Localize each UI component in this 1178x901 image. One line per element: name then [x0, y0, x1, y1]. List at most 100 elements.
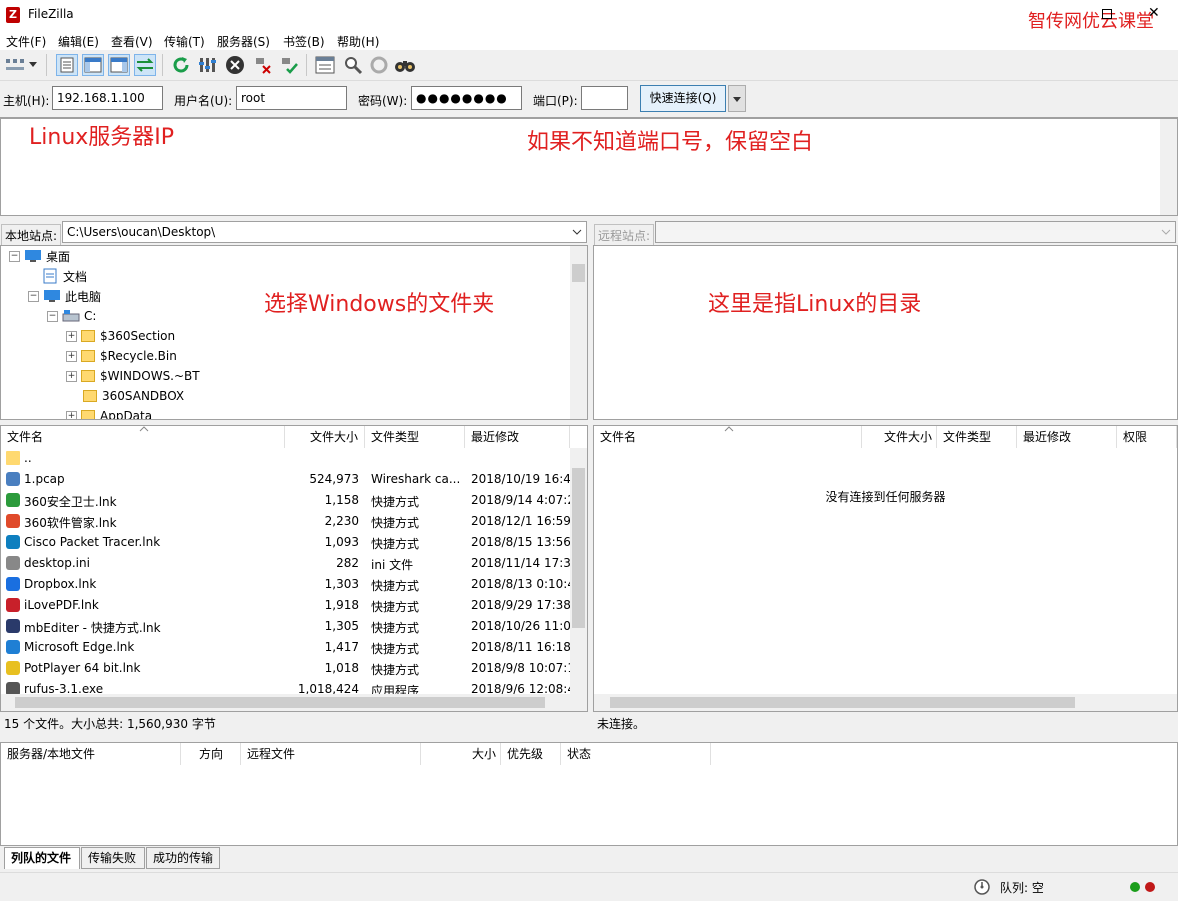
expand-icon[interactable]: + — [66, 350, 77, 362]
file-name-cell: Microsoft Edge.lnk — [24, 640, 135, 654]
scrollbar-thumb[interactable] — [610, 697, 1075, 708]
maximize-icon[interactable] — [1102, 9, 1112, 19]
computer-icon — [44, 290, 60, 302]
scrollbar-thumb[interactable] — [572, 468, 585, 628]
cancel-icon[interactable] — [224, 54, 246, 76]
local-tree-scrollbar[interactable] — [570, 246, 587, 419]
toggle-remote-tree-icon[interactable] — [108, 54, 130, 76]
queue-column-status[interactable]: 状态 — [561, 743, 711, 765]
column-permissions[interactable]: 权限 — [1117, 426, 1177, 448]
column-modified[interactable]: 最近修改 — [1017, 426, 1117, 448]
local-site-path[interactable]: C:\Users\oucan\Desktop\ — [62, 221, 587, 243]
menu-bookmarks[interactable]: 书签(B) — [283, 33, 325, 50]
tree-item-folder[interactable]: + $WINDOWS.~BT — [66, 366, 200, 386]
title-bar: Z FileZilla 智传网优云课堂 ✕ — [0, 0, 1178, 32]
queue-column-size[interactable]: 大小 — [421, 743, 501, 765]
tab-queued-files[interactable]: 列队的文件 — [4, 847, 80, 869]
file-name-cell: Dropbox.lnk — [24, 577, 97, 591]
chevron-down-icon — [733, 97, 741, 102]
sort-ascending-icon — [724, 426, 734, 432]
table-row[interactable]: Dropbox.lnk 1,303 快捷方式 2018/8/13 0:10:4 — [1, 574, 571, 595]
tree-item-desktop[interactable]: − 桌面 — [9, 246, 70, 266]
table-row[interactable]: .. — [1, 448, 570, 469]
collapse-icon[interactable]: − — [47, 310, 58, 322]
queue-column-direction[interactable]: 方向 — [181, 743, 241, 765]
menu-help[interactable]: 帮助(H) — [337, 33, 379, 50]
column-filetype[interactable]: 文件类型 — [365, 426, 465, 448]
quickconnect-button[interactable]: 快速连接(Q) — [640, 85, 726, 112]
site-manager-dropdown-icon[interactable] — [26, 54, 40, 76]
table-row[interactable]: mbEditer - 快捷方式.lnk 1,305 快捷方式 2018/10/26 1… — [1, 616, 571, 637]
tree-item-drive-c[interactable]: − C: — [47, 306, 96, 326]
log-scrollbar[interactable] — [1160, 119, 1177, 215]
scrollbar-thumb[interactable] — [15, 697, 545, 708]
tree-item-folder[interactable]: 360SANDBOX — [83, 386, 184, 406]
tree-item-folder[interactable]: + $360Section — [66, 326, 175, 346]
table-row[interactable]: Microsoft Edge.lnk 1,417 快捷方式 2018/8/11 16:… — [1, 637, 571, 658]
sync-browse-icon[interactable] — [368, 54, 390, 76]
table-row[interactable]: Cisco Packet Tracer.lnk 1,093 快捷方式 2018/8/1… — [1, 532, 571, 553]
scrollbar-thumb[interactable] — [572, 264, 585, 282]
tree-item-folder[interactable]: + AppData — [66, 406, 152, 419]
column-modified[interactable]: 最近修改 — [465, 426, 570, 448]
table-row[interactable]: PotPlayer 64 bit.lnk 1,018 快捷方式 2018/9/8 10… — [1, 658, 571, 679]
compare-icon[interactable] — [342, 54, 364, 76]
annotation-port-hint: 如果不知道端口号，保留空白 — [527, 130, 814, 155]
file-name-cell: Cisco Packet Tracer.lnk — [24, 535, 161, 549]
expand-icon[interactable]: + — [66, 330, 77, 342]
remote-site-path[interactable] — [655, 221, 1176, 243]
toggle-transfer-queue-icon[interactable] — [134, 54, 156, 76]
table-row[interactable]: 360安全卫士.lnk 1,158 快捷方式 2018/9/14 4:07:2( — [1, 490, 571, 511]
tree-item-this-pc[interactable]: − 此电脑 — [28, 286, 101, 306]
password-input[interactable] — [411, 86, 522, 110]
local-list-hscrollbar[interactable] — [1, 694, 570, 711]
tab-failed-transfers[interactable]: 传输失败 — [81, 847, 145, 869]
host-input[interactable] — [52, 86, 163, 110]
remote-list-hscrollbar[interactable] — [594, 694, 1177, 711]
process-queue-icon[interactable] — [196, 54, 218, 76]
queue-column-remote[interactable]: 远程文件 — [241, 743, 421, 765]
table-row[interactable]: desktop.ini 282 ini 文件 2018/11/14 17:3... — [1, 553, 571, 574]
column-filetype[interactable]: 文件类型 — [937, 426, 1017, 448]
collapse-icon[interactable]: − — [9, 250, 20, 262]
disconnect-icon[interactable] — [252, 54, 274, 76]
menu-file[interactable]: 文件(F) — [6, 33, 46, 50]
refresh-icon[interactable] — [170, 54, 192, 76]
column-filesize[interactable]: 文件大小 — [285, 426, 365, 448]
close-icon[interactable]: ✕ — [1148, 5, 1160, 21]
remote-status: 未连接。 — [593, 713, 1178, 735]
port-input[interactable] — [581, 86, 628, 110]
annotation-local-hint: 选择Windows的文件夹 — [264, 292, 495, 317]
site-manager-icon[interactable] — [4, 54, 26, 76]
tab-successful-transfers[interactable]: 成功的传输 — [146, 847, 220, 869]
column-filesize[interactable]: 文件大小 — [862, 426, 937, 448]
username-input[interactable] — [236, 86, 347, 110]
local-list-scrollbar[interactable] — [570, 448, 587, 711]
file-size-cell: 1,158 — [324, 493, 359, 507]
collapse-icon[interactable]: − — [28, 290, 39, 302]
menu-edit[interactable]: 编辑(E) — [58, 33, 99, 50]
table-row[interactable]: iLovePDF.lnk 1,918 快捷方式 2018/9/29 17:38:. — [1, 595, 571, 616]
table-row[interactable]: 1.pcap 524,973 Wireshark ca... 2018/10/19 1… — [1, 469, 571, 490]
toggle-log-icon[interactable] — [56, 54, 78, 76]
menu-server[interactable]: 服务器(S) — [217, 33, 270, 50]
port-label: 端口(P): — [533, 94, 578, 108]
queue-column-priority[interactable]: 优先级 — [501, 743, 561, 765]
search-binoculars-icon[interactable] — [394, 54, 416, 76]
reconnect-icon[interactable] — [278, 54, 300, 76]
tree-item-documents[interactable]: 文档 — [43, 266, 87, 286]
expand-icon[interactable]: + — [66, 370, 77, 382]
folder-icon — [6, 451, 20, 465]
quickconnect-dropdown[interactable] — [728, 85, 746, 112]
menu-transfer[interactable]: 传输(T) — [164, 33, 205, 50]
queue-column-local[interactable]: 服务器/本地文件 — [1, 743, 181, 765]
file-name-cell: .. — [24, 451, 32, 465]
toggle-local-tree-icon[interactable] — [82, 54, 104, 76]
table-row[interactable]: 360软件管家.lnk 2,230 快捷方式 2018/12/1 16:59:. — [1, 511, 571, 532]
directory-listing-filter-icon[interactable] — [314, 54, 336, 76]
file-size-cell: 1,918 — [324, 598, 359, 612]
file-modified-cell: 2018/9/14 4:07:2( — [471, 493, 571, 507]
expand-icon[interactable]: + — [66, 410, 77, 419]
tree-item-folder[interactable]: + $Recycle.Bin — [66, 346, 177, 366]
menu-view[interactable]: 查看(V) — [111, 33, 153, 50]
